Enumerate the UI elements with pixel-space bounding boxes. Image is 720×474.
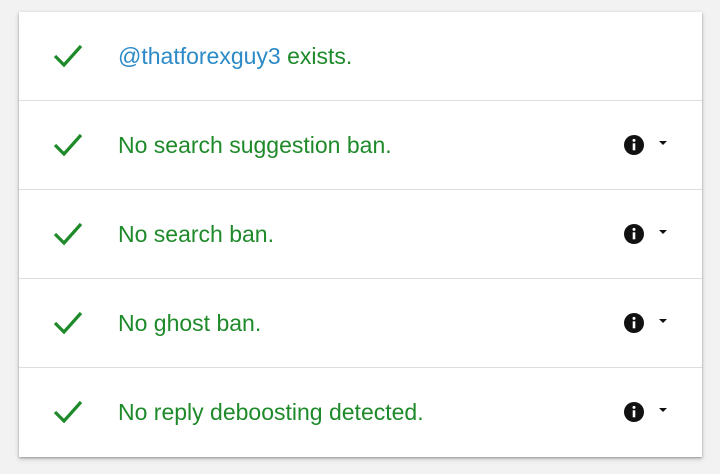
account-handle-link[interactable]: @thatforexguy3 — [118, 43, 281, 69]
check-icon — [53, 222, 83, 246]
info-icon[interactable] — [624, 402, 644, 422]
result-row-reply-deboosting: No reply deboosting detected. — [19, 368, 702, 456]
result-row-exists: @thatforexguy3 exists. — [19, 12, 702, 101]
check-icon — [53, 133, 83, 157]
result-label: No search ban. — [118, 221, 274, 247]
result-row-search-suggestion-ban: No search suggestion ban. — [19, 101, 702, 190]
check-icon — [53, 400, 83, 424]
result-label: @thatforexguy3 exists. — [118, 12, 352, 100]
info-icon[interactable] — [624, 313, 644, 333]
chevron-down-icon[interactable] — [657, 228, 669, 236]
results-card: @thatforexguy3 exists. No search suggest… — [19, 12, 702, 457]
result-row-search-ban: No search ban. — [19, 190, 702, 279]
result-label: No search suggestion ban. — [118, 132, 392, 158]
result-row-ghost-ban: No ghost ban. — [19, 279, 702, 368]
exists-text: exists. — [280, 43, 353, 69]
chevron-down-icon[interactable] — [657, 317, 669, 325]
chevron-down-icon[interactable] — [657, 406, 669, 414]
check-icon — [53, 311, 83, 335]
check-icon — [53, 44, 83, 68]
info-icon[interactable] — [624, 224, 644, 244]
chevron-down-icon[interactable] — [657, 139, 669, 147]
info-icon[interactable] — [624, 135, 644, 155]
result-label: No reply deboosting detected. — [118, 399, 424, 425]
result-label: No ghost ban. — [118, 310, 262, 336]
